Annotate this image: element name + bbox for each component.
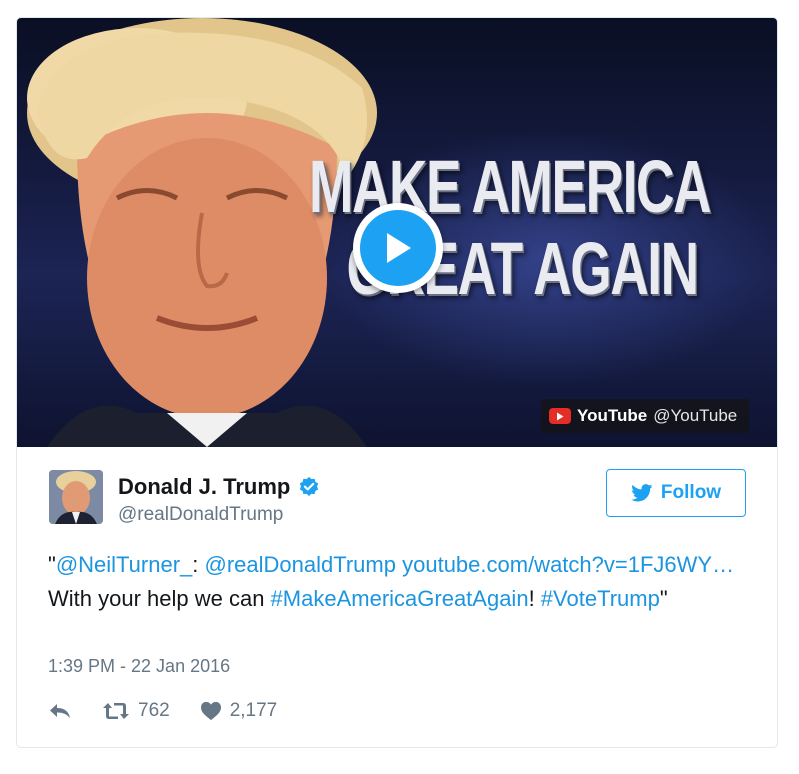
avatar[interactable] (49, 470, 103, 524)
tweet-link[interactable]: #VoteTrump (541, 586, 660, 611)
twitter-bird-icon (631, 484, 653, 502)
youtube-source-badge[interactable]: YouTube @YouTube (541, 399, 750, 433)
tweet-text-segment: : (192, 552, 205, 577)
tweet-link[interactable]: #MakeAmericaGreatAgain (271, 586, 529, 611)
play-icon (387, 233, 411, 263)
heart-icon (200, 701, 221, 721)
youtube-brand-label: YouTube (577, 406, 648, 425)
tweet-text-segment: " (48, 552, 56, 577)
tweet-text-segment: ! (528, 586, 541, 611)
like-count: 2,177 (229, 700, 278, 721)
avatar-image (49, 470, 103, 524)
display-name-text: Donald J. Trump (118, 474, 291, 499)
follow-button-label: Follow (660, 482, 722, 503)
video-thumbnail[interactable]: MAKE AMERICA GREAT AGAIN YouTube @YouTub… (17, 18, 777, 447)
tweet-card: MAKE AMERICA GREAT AGAIN YouTube @YouTub… (16, 17, 778, 748)
timestamp[interactable]: 1:39 PM - 22 Jan 2016 (48, 656, 230, 677)
tweet-link[interactable]: @NeilTurner_ (56, 552, 192, 577)
verified-badge-icon (300, 476, 319, 496)
tweet-text-segment: " (659, 586, 668, 611)
retweet-button[interactable]: 762 (102, 700, 170, 722)
like-button[interactable]: 2,177 (200, 700, 278, 722)
user-handle[interactable]: @realDonaldTrump (118, 504, 283, 526)
retweet-count: 762 (138, 700, 170, 721)
youtube-logo-icon (549, 408, 571, 424)
play-button[interactable] (353, 203, 443, 293)
retweet-icon (103, 703, 129, 719)
play-button-circle (360, 210, 436, 286)
headline-line-1: MAKE AMERICA (309, 145, 711, 228)
tweet-link[interactable]: youtube.com/watch?v=1FJ6WY… (402, 552, 734, 577)
follow-button[interactable]: Follow (606, 469, 746, 517)
reply-button[interactable] (48, 701, 72, 721)
tweet-link[interactable]: @realDonaldTrump (205, 552, 396, 577)
tweet-actions: 762 2,177 (48, 698, 277, 724)
tweet-text-segment: With your help we can (48, 586, 271, 611)
display-name[interactable]: Donald J. Trump (118, 474, 320, 500)
tweet-text: "@NeilTurner_: @realDonaldTrump youtube.… (48, 548, 748, 616)
youtube-handle-label: @YouTube (653, 406, 738, 425)
reply-icon (50, 704, 70, 718)
